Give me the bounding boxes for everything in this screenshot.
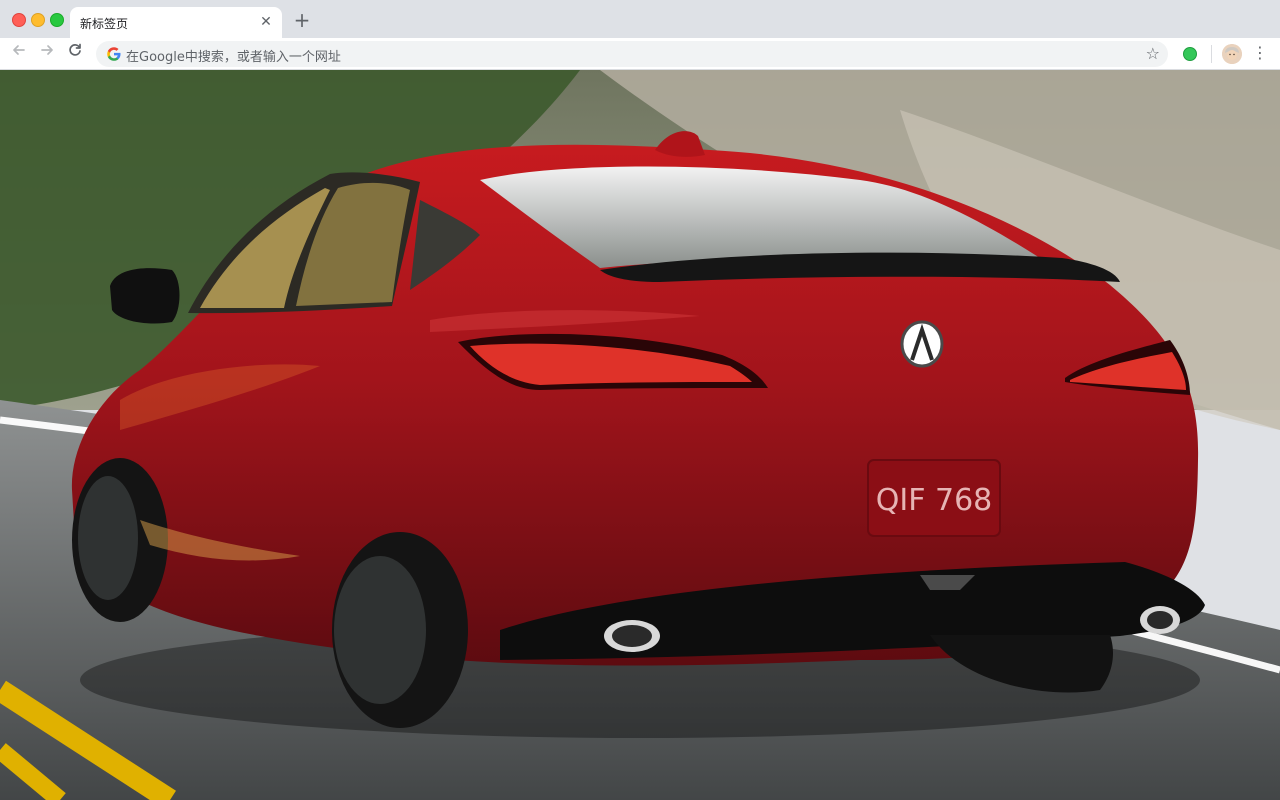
forward-button[interactable] bbox=[36, 42, 58, 64]
toolbar-divider bbox=[1211, 45, 1212, 63]
search-placeholder: 在Google中搜索，或者输入一个网址 bbox=[126, 50, 341, 65]
arrow-left-icon bbox=[13, 45, 25, 55]
back-button[interactable] bbox=[8, 42, 30, 64]
new-tab-page-background: QIF 768 bbox=[0, 70, 1280, 800]
toolbar: 在Google中搜索，或者输入一个网址 ☆ bbox=[0, 38, 1280, 70]
tab-new-tab[interactable]: 新标签页 ✕ bbox=[70, 7, 282, 38]
license-plate-text: QIF 768 bbox=[876, 483, 993, 518]
tab-title: 新标签页 bbox=[80, 17, 129, 31]
tab-strip: 新标签页 ✕ + bbox=[0, 0, 1280, 38]
avatar-icon[interactable] bbox=[1222, 44, 1242, 64]
close-window-button[interactable] bbox=[12, 13, 26, 27]
green-dot-icon[interactable] bbox=[1183, 47, 1197, 61]
browser-chrome: 新标签页 ✕ + 在Google中搜索，或者输入一个网址 ☆ ⋮ bbox=[0, 0, 1280, 70]
kebab-menu-icon[interactable]: ⋮ bbox=[1252, 42, 1268, 64]
new-tab-button[interactable]: + bbox=[292, 10, 312, 30]
star-icon[interactable]: ☆ bbox=[1146, 44, 1160, 63]
reload-button[interactable] bbox=[64, 42, 86, 64]
zoom-window-button[interactable] bbox=[50, 13, 64, 27]
close-icon[interactable]: ✕ bbox=[258, 14, 274, 30]
minimize-window-button[interactable] bbox=[31, 13, 45, 27]
google-icon bbox=[107, 47, 121, 61]
reload-icon bbox=[69, 43, 81, 56]
arrow-right-icon bbox=[41, 45, 53, 55]
background-photo-icon: QIF 768 bbox=[0, 70, 1280, 800]
address-bar[interactable]: 在Google中搜索，或者输入一个网址 ☆ bbox=[96, 41, 1168, 67]
avatar-face-icon bbox=[1222, 44, 1242, 64]
